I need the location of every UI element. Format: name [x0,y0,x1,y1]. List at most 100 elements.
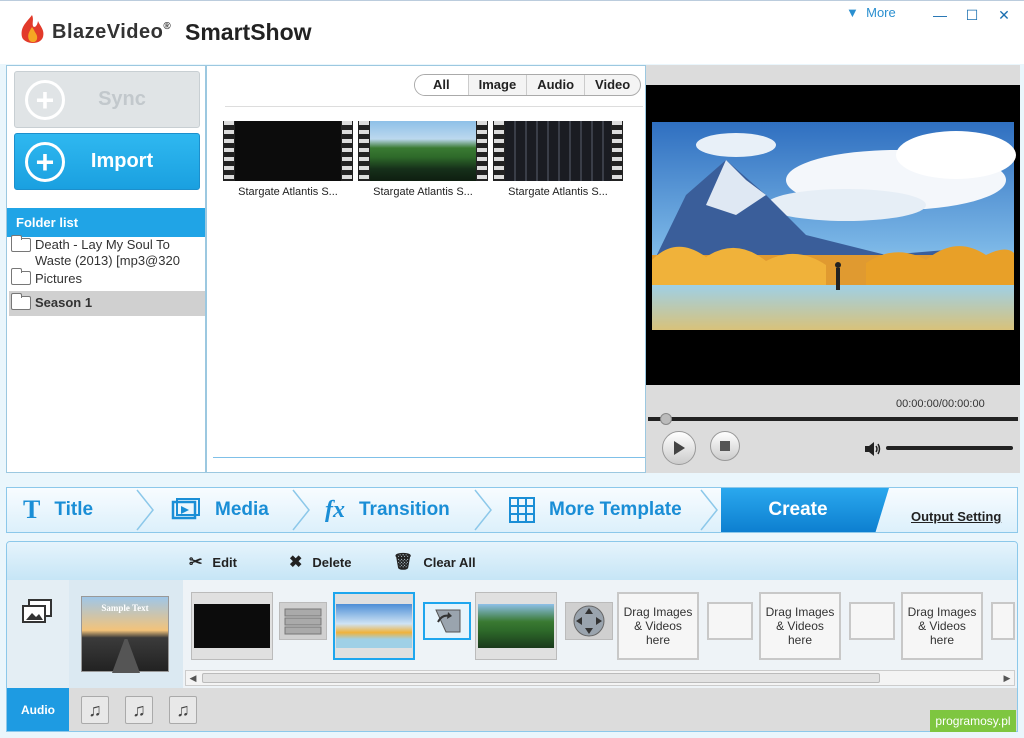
tab-audio[interactable]: Audio [526,75,584,95]
drop-zone[interactable]: Drag Images & Videos here [901,592,983,660]
create-button[interactable]: Create [721,488,889,532]
timeline-clip[interactable] [475,592,557,660]
title-bar: BlazeVideo® SmartShow ▼ More — ☐ ✕ [0,0,1024,64]
audio-track-label: Audio [7,688,69,731]
scissors-icon: ✂ [189,554,203,571]
drop-zone[interactable]: Drag Images & Videos here [617,592,699,660]
video-preview [646,85,1020,385]
left-panel: + Sync + Import Folder list Death - Lay … [6,65,206,473]
preview-image [652,122,1016,330]
video-thumbnail [223,121,353,181]
empty-transition-slot[interactable] [849,602,895,640]
output-setting-link[interactable]: Output Setting [911,509,1001,524]
close-button[interactable]: ✕ [988,3,1020,27]
transition-slot[interactable] [423,602,471,640]
watermark: programosy.pl [930,710,1016,732]
folder-item[interactable]: Pictures [9,268,205,290]
clear-all-button[interactable]: 🗑 Clear All [393,552,476,572]
plus-icon: + [25,141,65,182]
storyboard-panel: ✂Edit ✖Delete 🗑Clear All Sample Text [6,541,1018,732]
chevron-right-icon [136,489,154,531]
media-item[interactable]: Stargate Atlantis S... [223,121,353,198]
stop-button[interactable] [710,431,740,461]
time-readout: 00:00:00/00:00:00 [896,398,985,410]
page-curl-transition-icon [435,609,461,633]
trash-icon: 🗑 [393,554,414,571]
drop-zone[interactable]: Drag Images & Videos here [759,592,841,660]
transition-slot[interactable] [565,602,613,640]
app-title: SmartShow [185,19,312,45]
storyboard-toolbar: ✂ Edit ✖ Delete 🗑 Clear All [7,542,1017,580]
brand-name: BlazeVideo® [52,21,172,43]
folder-icon [11,268,31,285]
chevron-right-icon [474,489,492,531]
tab-video[interactable]: Video [584,75,640,95]
step-tabs: T Title Media fx Transition More Templat… [6,487,1018,533]
folder-list-header: Folder list [7,208,205,237]
fx-icon: fx [325,496,345,523]
import-button[interactable]: + Import [14,133,200,190]
zoom-transition-icon [573,605,605,637]
media-icon [171,498,200,520]
title-icon: T [23,495,41,524]
tab-image[interactable]: Image [467,75,527,95]
chevron-right-icon [700,489,718,531]
music-note-icon[interactable]: ♫ [125,696,153,724]
play-icon [674,441,685,455]
folder-icon [11,235,31,252]
sync-button[interactable]: + Sync [14,71,200,128]
audio-track: ♫ ♫ ♫ [69,688,1017,731]
slide-transition-icon [284,608,322,635]
media-item[interactable]: Stargate Atlantis S... [493,121,623,198]
preview-player: 00:00:00/00:00:00 [646,65,1020,473]
caret-down-icon: ▼ [846,5,859,20]
divider [213,457,645,458]
video-track-header [7,580,69,688]
timeline-clip[interactable] [191,592,273,660]
seek-handle[interactable] [660,413,672,425]
title-track: Sample Text [69,580,183,688]
folder-item-selected[interactable]: Season 1 [9,291,205,316]
horizontal-scrollbar[interactable]: ◀ ▶ [185,670,1015,686]
folder-item[interactable]: Death - Lay My Soul To Waste (2013) [mp3… [9,235,205,270]
x-icon: ✖ [289,554,303,571]
divider [225,106,643,107]
chevron-right-icon [292,489,310,531]
volume-icon[interactable] [864,441,882,460]
timeline-strip: Drag Images & Videos here Drag Images & … [183,580,1017,688]
photo-video-icon [22,599,52,623]
transition-slot[interactable] [279,602,327,640]
folder-icon [11,293,31,310]
play-button[interactable] [662,431,696,465]
delete-button[interactable]: ✖ Delete [289,552,351,572]
scroll-right-icon[interactable]: ▶ [1000,671,1014,685]
minimize-button[interactable]: — [924,3,956,27]
volume-slider[interactable] [886,446,1013,450]
empty-transition-slot[interactable] [991,602,1015,640]
video-thumbnail [358,121,488,181]
edit-button[interactable]: ✂ Edit [189,552,237,572]
timeline-clip-selected[interactable] [333,592,415,660]
media-item[interactable]: Stargate Atlantis S... [358,121,488,198]
tab-media[interactable]: Media [171,488,269,532]
maximize-button[interactable]: ☐ [956,3,988,27]
tab-title[interactable]: T Title [23,488,93,532]
grid-icon [509,497,535,523]
seek-bar[interactable] [648,417,1018,421]
tab-all[interactable]: All [415,75,468,95]
blazevideo-logo-icon [21,15,44,44]
plus-icon: + [25,79,65,120]
music-note-icon[interactable]: ♫ [169,696,197,724]
empty-transition-slot[interactable] [707,602,753,640]
scroll-left-icon[interactable]: ◀ [186,671,200,685]
tab-transition[interactable]: fx Transition [325,488,450,532]
tab-more-template[interactable]: More Template [509,488,682,532]
music-note-icon[interactable]: ♫ [81,696,109,724]
media-filter-tabs: All Image Audio Video [414,74,642,96]
media-browser: All Image Audio Video Stargate Atlantis … [206,65,646,473]
video-thumbnail [493,121,623,181]
scrollbar-thumb[interactable] [202,673,880,683]
stop-icon [720,441,730,451]
more-menu[interactable]: ▼ More [846,5,896,20]
title-thumbnail[interactable]: Sample Text [81,596,169,673]
